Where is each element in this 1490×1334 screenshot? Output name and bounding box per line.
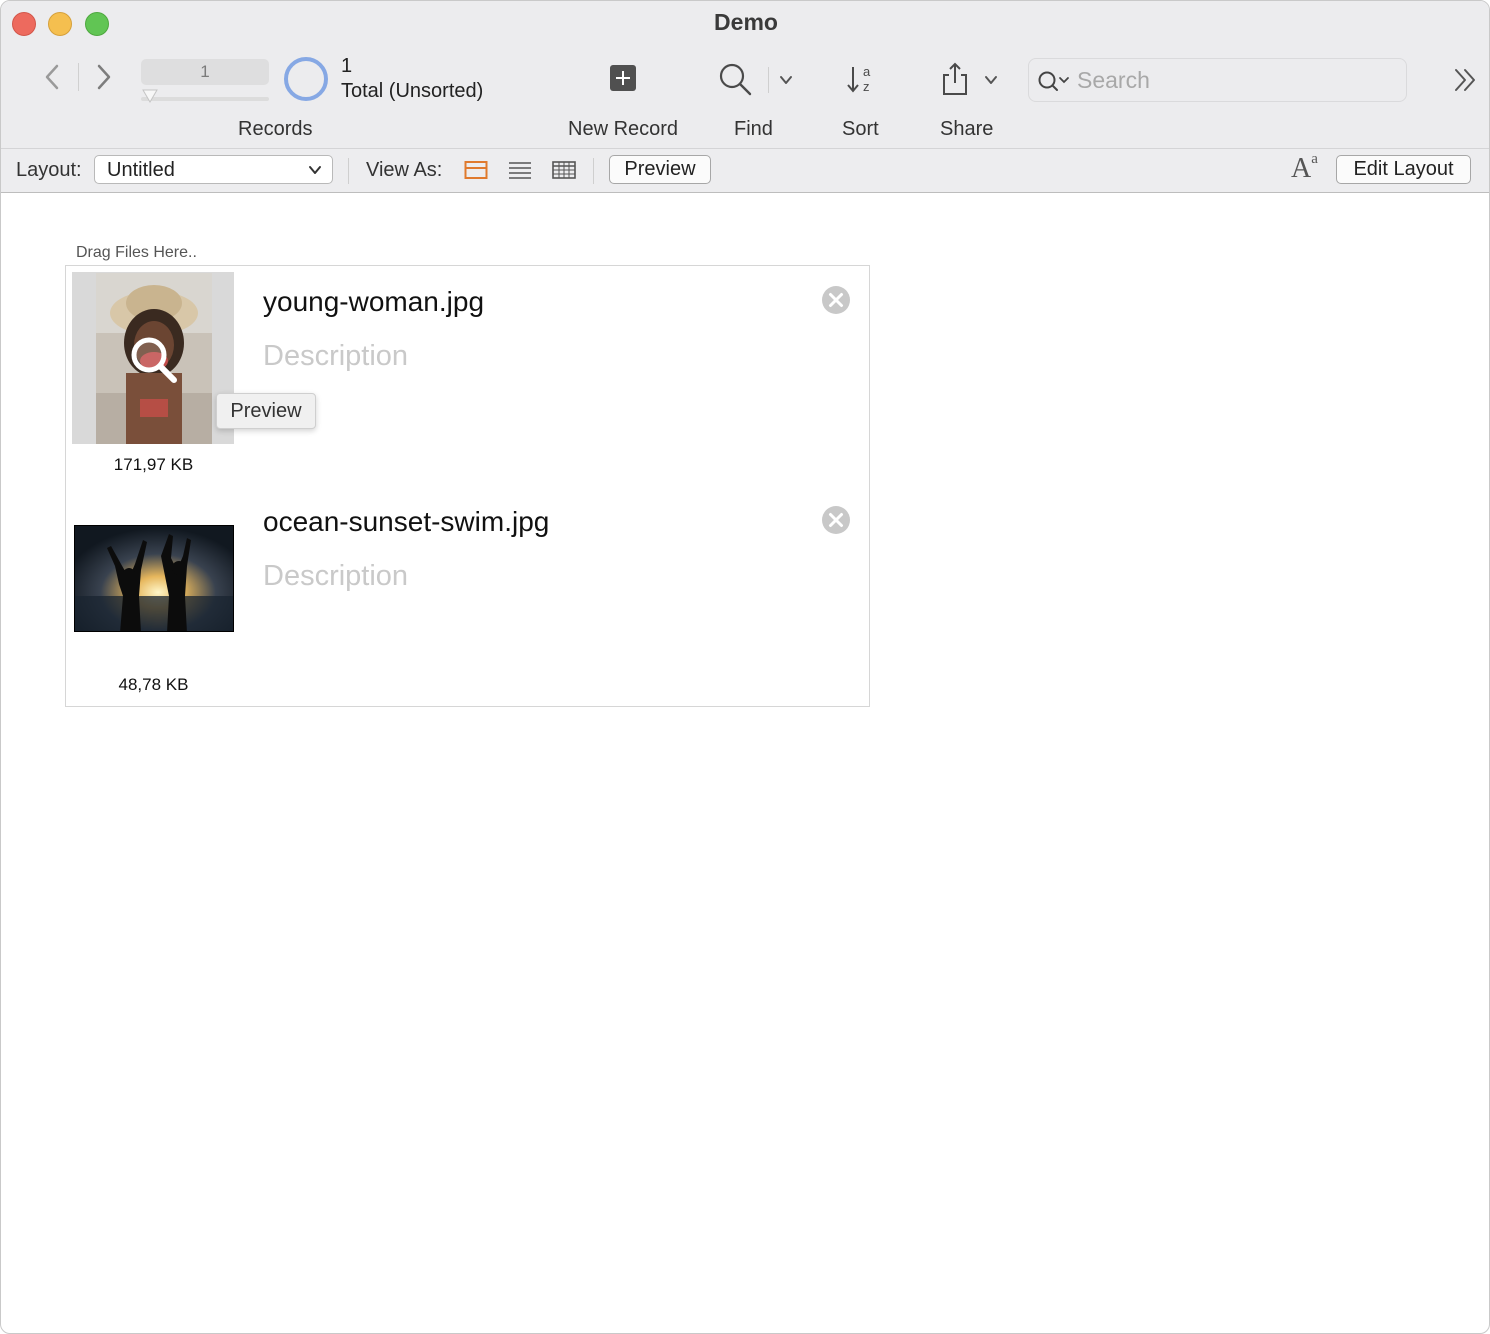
window-title: Demo <box>714 9 778 35</box>
record-slider[interactable] <box>141 97 269 101</box>
share-icon[interactable] <box>941 61 969 97</box>
chevron-down-icon[interactable] <box>777 71 795 89</box>
find-label[interactable]: Find <box>734 118 773 141</box>
search-field[interactable] <box>1028 58 1407 102</box>
record-status: Total (Unsorted) <box>341 80 484 102</box>
layout-select[interactable]: Untitled <box>94 155 333 184</box>
app-window: Demo 1 1 Total (Unsorted) Records New Re… <box>0 0 1490 1334</box>
layout-divider <box>348 158 349 184</box>
chevron-right-icon[interactable] <box>91 61 117 93</box>
svg-text:z: z <box>863 79 870 94</box>
file-name[interactable]: ocean-sunset-swim.jpg <box>263 506 549 538</box>
form-view-icon[interactable] <box>464 160 488 180</box>
double-chevron-icon[interactable] <box>1451 65 1481 95</box>
svg-text:a: a <box>863 64 871 79</box>
find-divider <box>768 67 769 93</box>
chevron-left-icon[interactable] <box>39 61 65 93</box>
layout-bar: Layout: Untitled View As: Preview Aa Edi… <box>1 149 1489 193</box>
chevron-down-icon <box>309 166 321 174</box>
preview-tooltip: Preview <box>216 393 316 429</box>
view-divider <box>593 158 594 184</box>
record-slider-thumb[interactable] <box>142 89 158 103</box>
record-count: 1 <box>341 55 353 77</box>
file-size: 171,97 KB <box>113 455 194 474</box>
layout-select-value: Untitled <box>107 159 175 181</box>
share-label[interactable]: Share <box>940 118 993 141</box>
text-format-icon[interactable]: Aa <box>1291 151 1318 185</box>
record-number-field[interactable]: 1 <box>141 59 269 85</box>
view-as-label: View As: <box>366 159 443 181</box>
record-progress-ring <box>284 57 328 101</box>
nav-divider <box>78 63 79 91</box>
search-input[interactable] <box>1077 65 1397 95</box>
file-thumbnail[interactable] <box>74 525 234 632</box>
sort-az-icon[interactable]: a z <box>845 63 877 95</box>
file-size: 48,78 KB <box>118 675 189 694</box>
plus-square-icon[interactable] <box>610 65 636 91</box>
edit-layout-button[interactable]: Edit Layout <box>1336 155 1471 184</box>
chevron-down-icon[interactable] <box>982 71 1000 89</box>
files-portal[interactable]: Preview 171,97 KB young-woman.jpg Descri… <box>65 265 870 707</box>
toolbar: Demo 1 1 Total (Unsorted) Records New Re… <box>1 1 1489 149</box>
table-view-icon[interactable] <box>552 160 576 180</box>
list-view-icon[interactable] <box>508 160 532 180</box>
new-record-label[interactable]: New Record <box>568 118 678 141</box>
file-row[interactable]: 48,78 KB ocean-sunset-swim.jpg Descripti… <box>66 486 869 706</box>
layout-label: Layout: <box>16 159 82 181</box>
preview-magnifier-icon[interactable] <box>128 334 180 386</box>
close-circle-icon[interactable] <box>820 504 852 536</box>
preview-button[interactable]: Preview <box>609 155 711 184</box>
file-name[interactable]: young-woman.jpg <box>263 286 484 318</box>
file-row[interactable]: Preview 171,97 KB young-woman.jpg Descri… <box>66 266 869 486</box>
file-description[interactable]: Description <box>263 340 408 373</box>
drag-files-label: Drag Files Here.. <box>76 244 197 261</box>
file-description[interactable]: Description <box>263 560 408 593</box>
search-icon[interactable] <box>1037 69 1071 93</box>
records-label: Records <box>238 118 313 140</box>
close-circle-icon[interactable] <box>820 284 852 316</box>
magnifier-icon[interactable] <box>717 61 753 97</box>
sort-label[interactable]: Sort <box>842 118 879 141</box>
